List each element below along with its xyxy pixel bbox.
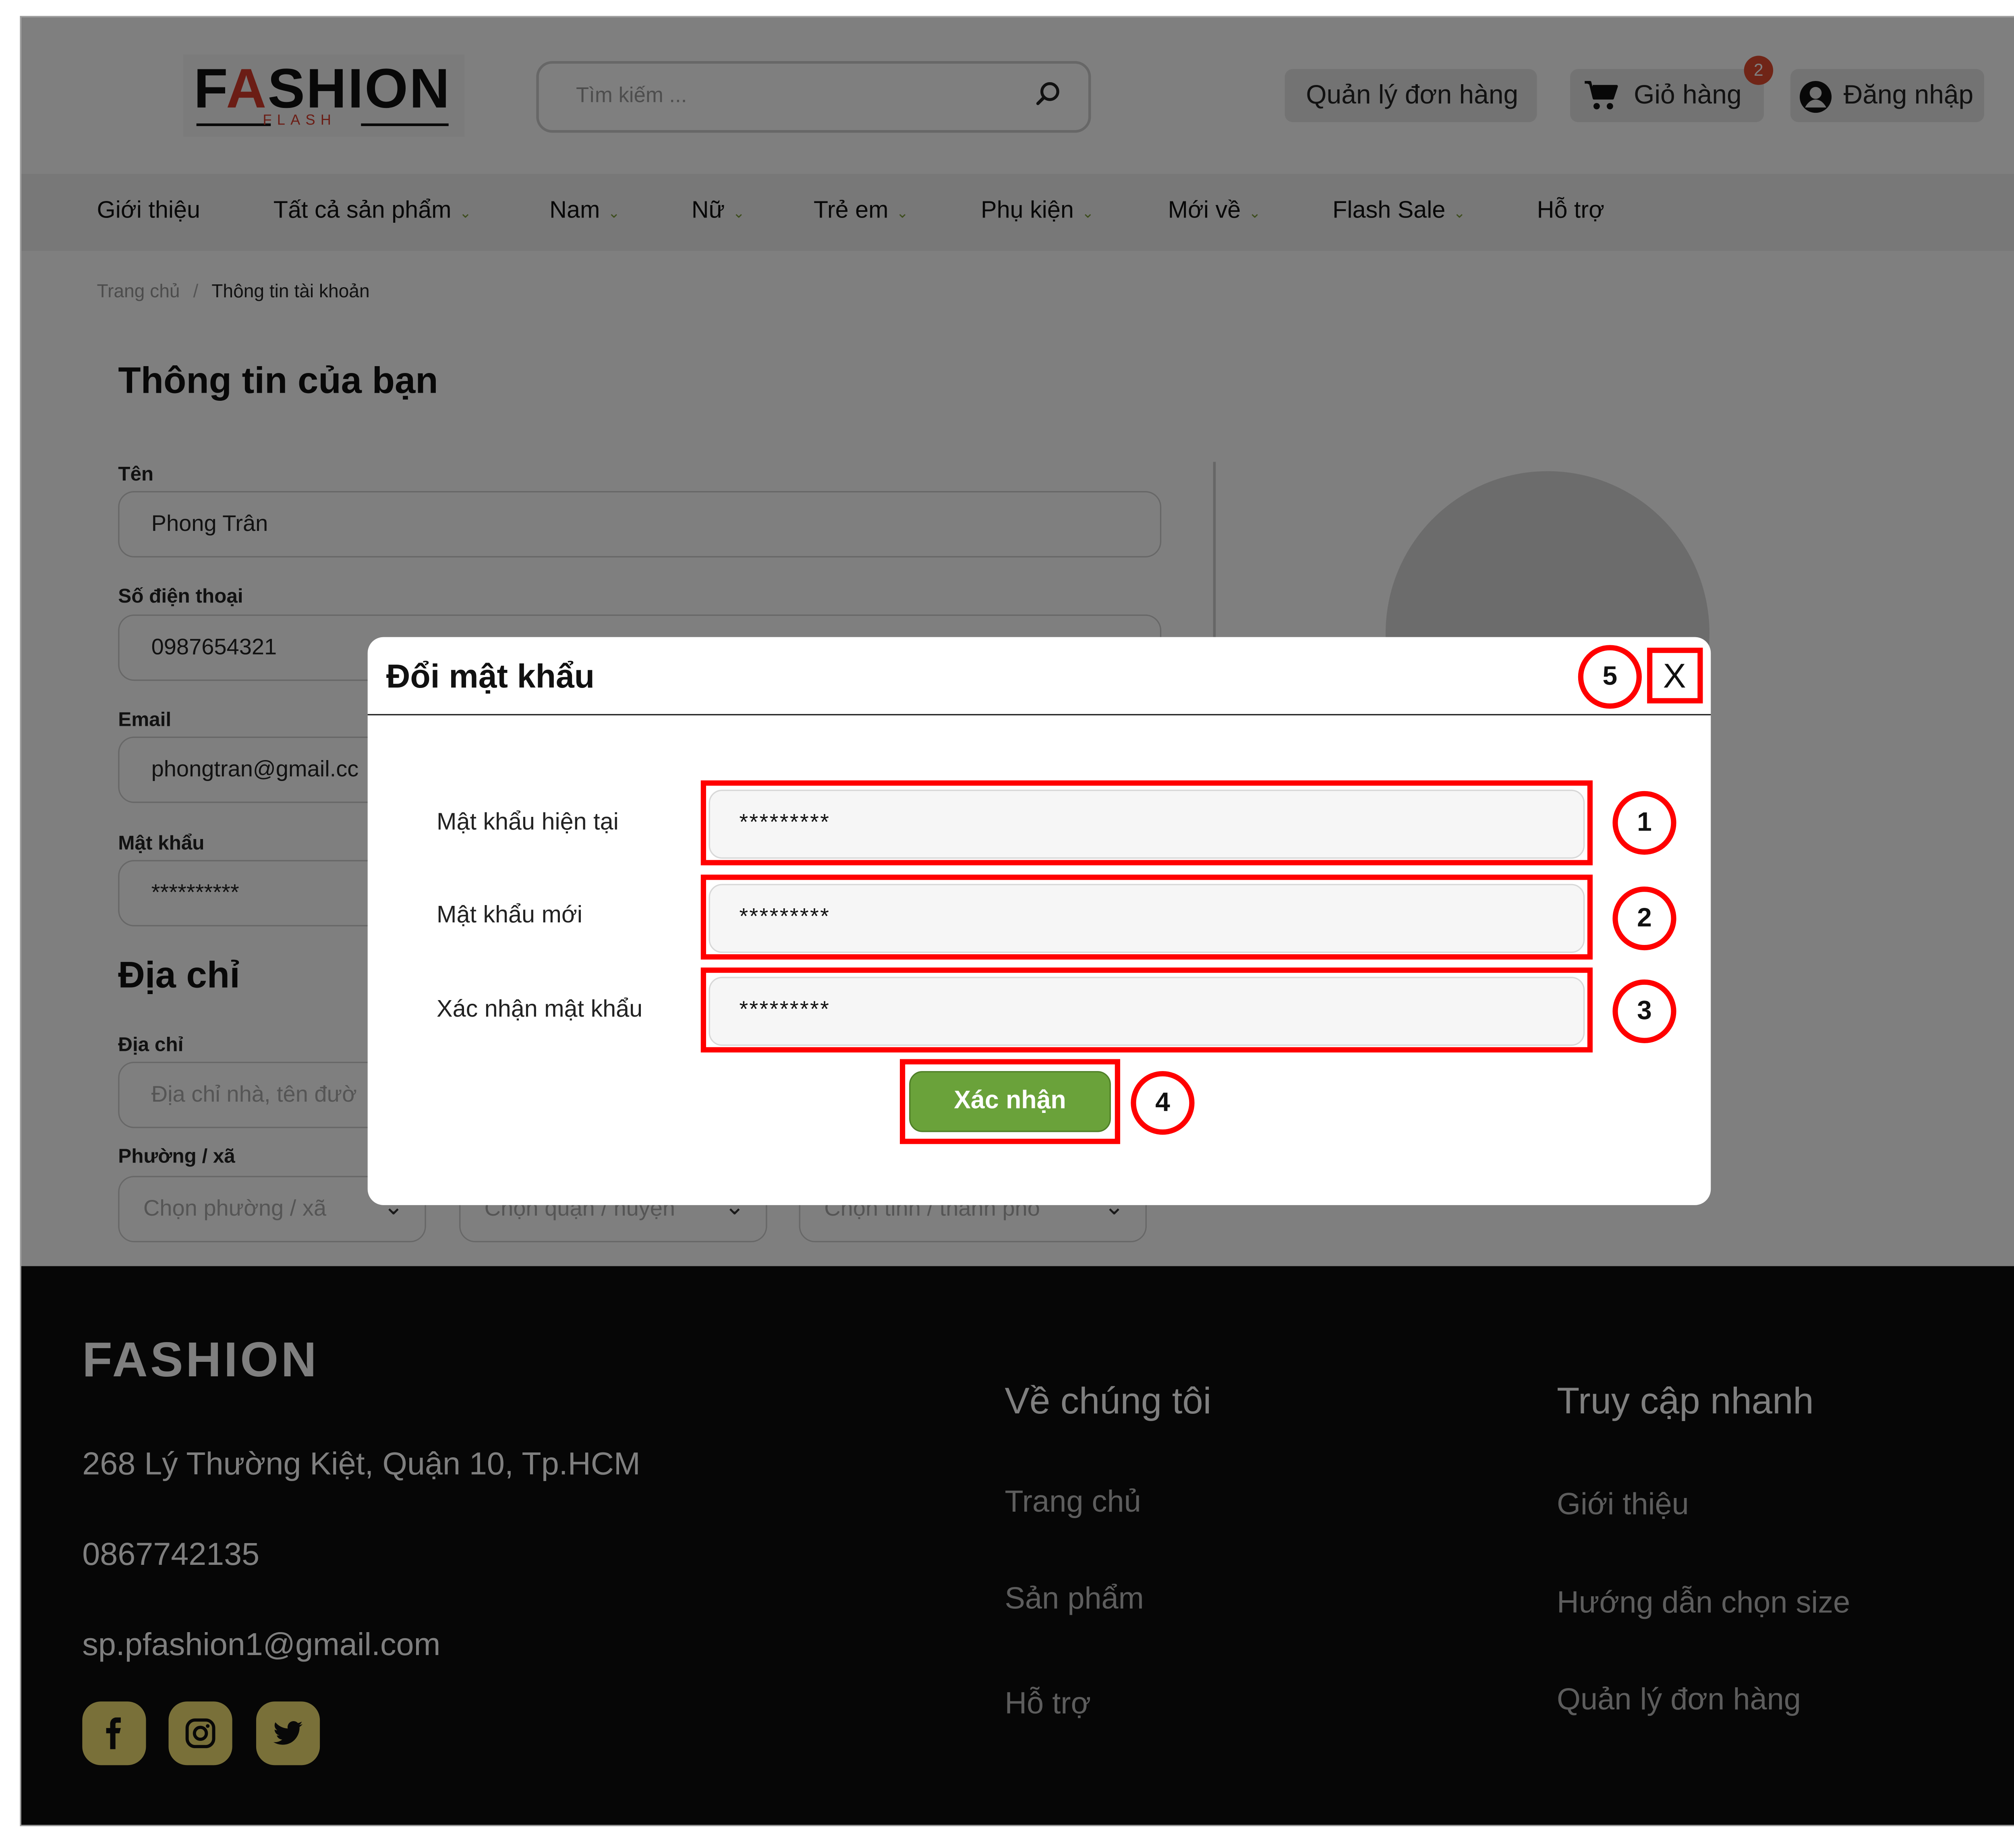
annotation-number-2: 2 [1612,887,1676,951]
page-frame: FASHION FLASH Tìm kiếm ... Quản lý đơn h… [20,16,2014,1826]
annotation-box-4 [900,1059,1120,1144]
annotation-number-5: 5 [1578,645,1642,709]
annotation-number-4: 4 [1131,1071,1195,1135]
new-password-label: Mật khẩu mới [437,901,582,928]
annotation-box-2 [700,874,1593,960]
change-password-dialog: Đổi mật khẩu X Mật khẩu hiện tại *******… [367,637,1711,1205]
annotation-box-1 [700,780,1593,866]
annotation-number-1: 1 [1612,791,1676,855]
dialog-title: Đổi mật khẩu [386,658,595,696]
annotation-box-3 [700,968,1593,1052]
annotation-box-5 [1647,647,1703,704]
confirm-password-label: Xác nhận mật khẩu [437,995,643,1022]
dialog-divider [367,714,1711,716]
current-password-label: Mật khẩu hiện tại [437,808,619,835]
annotation-number-3: 3 [1612,979,1676,1043]
